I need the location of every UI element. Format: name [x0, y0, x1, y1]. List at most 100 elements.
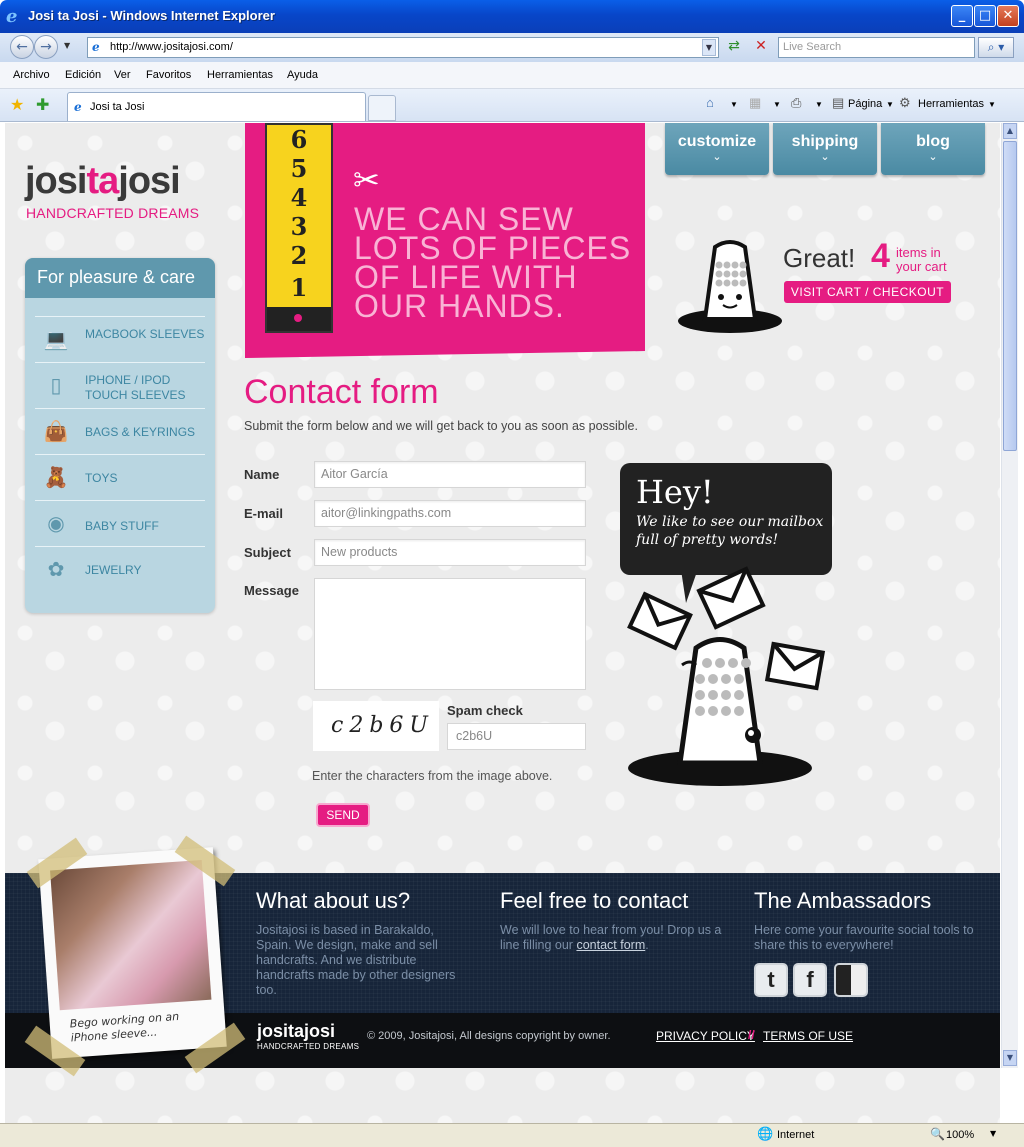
address-dropdown-icon[interactable]: ▼ — [702, 39, 716, 56]
cart-count: 4 — [871, 237, 890, 275]
nav-blog[interactable]: blog ⌄ — [881, 123, 985, 175]
delicious-button[interactable] — [834, 963, 868, 997]
page-menu[interactable]: Página — [848, 98, 882, 110]
visit-cart-button[interactable]: VISIT CART / CHECKOUT — [784, 281, 951, 303]
sidebar-item-toys[interactable]: 🧸 TOYS — [35, 454, 205, 500]
message-textarea[interactable] — [314, 578, 586, 690]
maximize-button[interactable]: □ — [974, 5, 996, 27]
spam-check-field[interactable]: c2b6U — [447, 723, 586, 750]
name-label: Name — [244, 467, 280, 482]
history-dropdown-icon[interactable]: ▼ — [64, 41, 70, 50]
scroll-up-icon[interactable]: ▲ — [1003, 123, 1017, 139]
contact-title: Feel free to contact — [500, 888, 689, 913]
menu-favoritos[interactable]: Favoritos — [146, 69, 191, 81]
vertical-scrollbar[interactable]: ▲ ▼ — [1001, 123, 1018, 1068]
bib-icon: ◉ — [47, 511, 65, 535]
print-dropdown-icon[interactable]: ▼ — [815, 100, 823, 109]
address-url[interactable]: http://www.jositajosi.com/ — [110, 41, 233, 53]
tab-page-icon: e — [74, 100, 82, 114]
terms-of-use-link[interactable]: TERMS OF USE — [763, 1029, 853, 1043]
sidebar-item-iphone-sleeves[interactable]: ▯ IPHONE / IPOD TOUCH SLEEVES — [35, 362, 205, 408]
sidebar-item-label: BAGS & KEYRINGS — [85, 425, 196, 439]
scroll-thumb[interactable] — [1003, 141, 1017, 451]
captcha-text: c2b6U — [331, 713, 434, 738]
sidebar-item-jewelry[interactable]: ✿ JEWELRY — [35, 546, 205, 592]
print-icon[interactable]: ⎙ — [791, 95, 801, 111]
subject-field[interactable]: New products — [314, 539, 586, 566]
address-bar[interactable]: e http://www.jositajosi.com/ ▼ — [87, 37, 719, 58]
new-tab-button[interactable] — [368, 95, 396, 121]
contact-form-link[interactable]: contact form — [576, 938, 645, 952]
search-input[interactable]: Live Search — [778, 37, 975, 58]
feeds-icon[interactable]: ▦ — [749, 95, 761, 111]
nav-label: shipping — [791, 133, 859, 150]
menu-ayuda[interactable]: Ayuda — [287, 69, 318, 81]
status-bar: 🌐 Internet 🔍 100% ▼ — [0, 1123, 1024, 1147]
zoom-icon[interactable]: 🔍 — [930, 1127, 945, 1141]
menu-ver[interactable]: Ver — [114, 69, 131, 81]
favorites-star-icon[interactable]: ★ — [10, 95, 24, 114]
feeds-dropdown-icon[interactable]: ▼ — [773, 100, 781, 109]
email-field[interactable]: aitor@linkingpaths.com — [314, 500, 586, 527]
minimize-button[interactable]: _ — [951, 5, 973, 27]
facebook-button[interactable]: f — [793, 963, 827, 997]
ambassadors-text: Here come your favourite social tools to… — [754, 923, 974, 952]
logo-part3: josi — [118, 160, 180, 202]
spam-check-label: Spam check — [447, 703, 523, 718]
page-icon: e — [92, 40, 100, 54]
scroll-down-icon[interactable]: ▼ — [1003, 1050, 1017, 1066]
zoom-level[interactable]: 100% — [946, 1129, 974, 1141]
twitter-button[interactable]: t — [754, 963, 788, 997]
search-button[interactable]: ⌕ ▾ — [978, 37, 1014, 58]
refresh-icon: ⇄ — [728, 38, 740, 54]
sidebar-item-bags-keyrings[interactable]: 👜 BAGS & KEYRINGS — [35, 408, 205, 454]
nav-customize[interactable]: customize ⌄ — [665, 123, 769, 175]
search-icon: ⌕ ▾ — [987, 40, 1005, 54]
sidebar-title: For pleasure & care — [25, 258, 215, 298]
site-tagline: HANDCRAFTED DREAMS — [26, 205, 200, 221]
nav-label: blog — [916, 133, 950, 150]
name-field[interactable]: Aitor García — [314, 461, 586, 488]
tab-active[interactable]: e Josi ta Josi — [67, 92, 366, 121]
tools-menu[interactable]: Herramientas — [918, 98, 984, 110]
stop-button[interactable]: ✕ — [751, 38, 771, 58]
menu-archivo[interactable]: Archivo — [13, 69, 50, 81]
send-button[interactable]: SEND — [316, 803, 370, 827]
page-dropdown-icon[interactable]: ▼ — [886, 100, 894, 109]
cart-label: items in your cart — [896, 245, 947, 274]
cart-greeting: Great! — [783, 243, 856, 273]
back-button[interactable]: ← — [10, 35, 34, 59]
back-arrow-icon: ← — [16, 39, 28, 55]
home-dropdown-icon[interactable]: ▼ — [730, 100, 738, 109]
sidebar-item-macbook-sleeves[interactable]: 💻 MACBOOK SLEEVES — [35, 316, 205, 362]
footer-logo[interactable]: jositajosi — [257, 1021, 335, 1042]
email-label: E-mail — [244, 506, 284, 521]
laptop-icon: 💻 — [43, 327, 69, 351]
forward-button[interactable]: → — [34, 35, 58, 59]
sidebar-item-label: TOYS — [85, 471, 118, 485]
tape-number: 2 — [290, 241, 308, 270]
twitter-icon: t — [767, 967, 775, 992]
zoom-dropdown-icon[interactable]: ▼ — [990, 1129, 996, 1138]
ambassadors-title: The Ambassadors — [754, 888, 932, 913]
teddy-bear-icon: 🧸 — [43, 465, 69, 489]
tab-label: Josi ta Josi — [90, 101, 145, 113]
refresh-button[interactable]: ⇄ — [724, 38, 744, 58]
tape-number: 5 — [290, 154, 308, 183]
menu-edicion[interactable]: Edición — [65, 69, 101, 81]
menu-herramientas[interactable]: Herramientas — [207, 69, 273, 81]
bag-icon: 👜 — [43, 419, 69, 443]
nav-shipping[interactable]: shipping ⌄ — [773, 123, 877, 175]
home-icon[interactable]: ⌂ — [706, 95, 714, 110]
add-favorites-icon[interactable]: ✚ — [36, 95, 49, 114]
site-logo[interactable]: jositajosi — [25, 160, 181, 203]
privacy-policy-link[interactable]: PRIVACY POLICY — [656, 1029, 755, 1043]
page-title: Contact form — [244, 373, 439, 411]
sidebar-item-baby-stuff[interactable]: ◉ BABY STUFF — [35, 500, 205, 546]
close-button[interactable]: ✕ — [997, 5, 1019, 27]
tools-dropdown-icon[interactable]: ▼ — [988, 100, 996, 109]
window-titlebar: e Josi ta Josi - Windows Internet Explor… — [0, 0, 1024, 33]
nav-label: customize — [677, 133, 757, 150]
bubble-headline: Hey! — [636, 473, 714, 511]
copyright-text: © 2009, Jositajosi, All designs copyrigh… — [367, 1030, 611, 1042]
